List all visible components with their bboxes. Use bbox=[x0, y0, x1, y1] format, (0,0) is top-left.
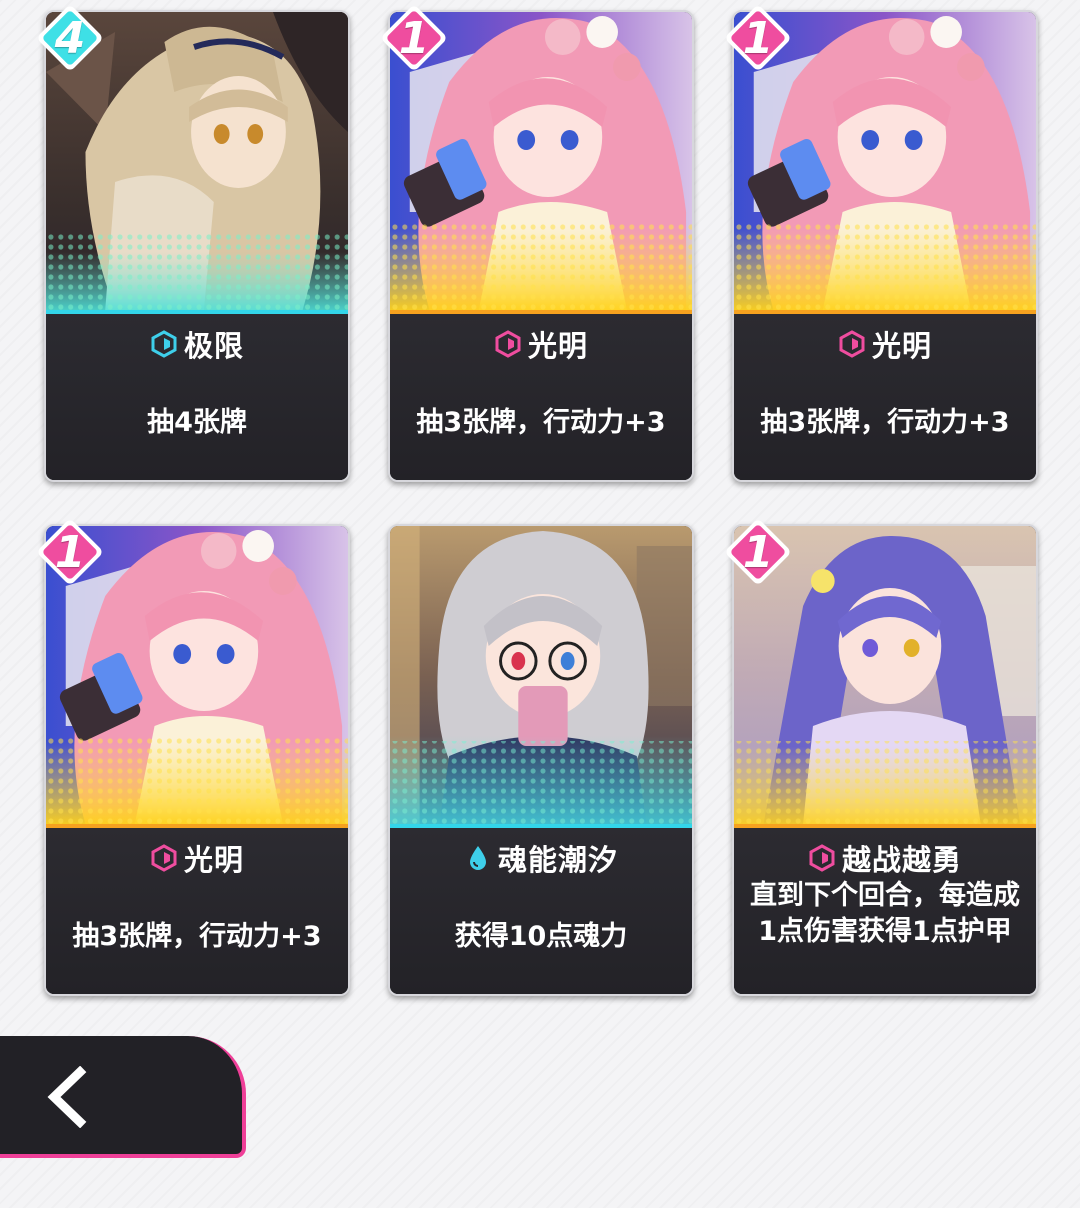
card-text-panel: 光明 抽3张牌，行动力+3 bbox=[46, 828, 348, 994]
card-description: 获得10点魂力 bbox=[454, 921, 628, 952]
card-title-text: 魂能潮汐 bbox=[497, 843, 618, 877]
chevron-left-icon bbox=[47, 1066, 87, 1128]
card-description: 抽3张牌，行动力+3 bbox=[760, 407, 1010, 438]
cost-value: 1 bbox=[398, 12, 430, 64]
card-title-text: 越战越勇 bbox=[841, 843, 962, 877]
cost-badge: 1 bbox=[376, 0, 452, 76]
card-title: 越战越勇 bbox=[734, 838, 1036, 878]
hexagon-icon bbox=[495, 330, 521, 358]
cost-badge: 1 bbox=[720, 0, 796, 76]
cost-value: 4 bbox=[54, 12, 86, 64]
card-3[interactable]: 光明 抽3张牌，行动力+3 1 bbox=[726, 6, 1038, 482]
cost-badge: 1 bbox=[720, 514, 796, 590]
card-title: 光明 bbox=[390, 324, 692, 364]
card-text-panel: 极限 抽4张牌 bbox=[46, 314, 348, 480]
back-button[interactable] bbox=[0, 1036, 246, 1158]
cost-value: 1 bbox=[742, 12, 774, 64]
card-description: 抽3张牌，行动力+3 bbox=[416, 407, 666, 438]
card-text-panel: 越战越勇 直到下个回合，每造成1点伤害获得1点护甲 bbox=[734, 828, 1036, 994]
cost-badge: 4 bbox=[32, 0, 108, 76]
card-text-panel: 光明 抽3张牌，行动力+3 bbox=[734, 314, 1036, 480]
cost-badge: 1 bbox=[32, 514, 108, 590]
card-title: 光明 bbox=[46, 838, 348, 878]
card-description: 抽3张牌，行动力+3 bbox=[72, 921, 322, 952]
hexagon-icon bbox=[809, 844, 835, 872]
card-title-text: 极限 bbox=[183, 329, 244, 363]
cost-value: 1 bbox=[54, 526, 86, 578]
card-6[interactable]: 越战越勇 直到下个回合，每造成1点伤害获得1点护甲 1 bbox=[726, 520, 1038, 996]
card-text-panel: 魂能潮汐 获得10点魂力 bbox=[390, 828, 692, 994]
card-description: 直到下个回合，每造成1点伤害获得1点护甲 bbox=[750, 880, 1020, 947]
card-title: 魂能潮汐 bbox=[390, 838, 692, 878]
card-2[interactable]: 光明 抽3张牌，行动力+3 1 bbox=[382, 6, 694, 482]
hexagon-icon bbox=[151, 844, 177, 872]
card-title: 极限 bbox=[46, 324, 348, 364]
card-4[interactable]: 光明 抽3张牌，行动力+3 1 bbox=[38, 520, 350, 996]
hexagon-icon bbox=[151, 330, 177, 358]
card-5[interactable]: 魂能潮汐 获得10点魂力 bbox=[388, 524, 694, 996]
card-description: 抽4张牌 bbox=[147, 407, 247, 438]
card-1[interactable]: 极限 抽4张牌 4 bbox=[38, 6, 350, 482]
card-title-text: 光明 bbox=[871, 329, 932, 363]
card-art bbox=[390, 526, 692, 824]
card-title-text: 光明 bbox=[183, 843, 244, 877]
water-drop-icon bbox=[469, 846, 486, 870]
card-text-panel: 光明 抽3张牌，行动力+3 bbox=[390, 314, 692, 480]
card-title: 光明 bbox=[734, 324, 1036, 364]
card-title-text: 光明 bbox=[527, 329, 588, 363]
hexagon-icon bbox=[839, 330, 865, 358]
cost-value: 1 bbox=[742, 526, 774, 578]
